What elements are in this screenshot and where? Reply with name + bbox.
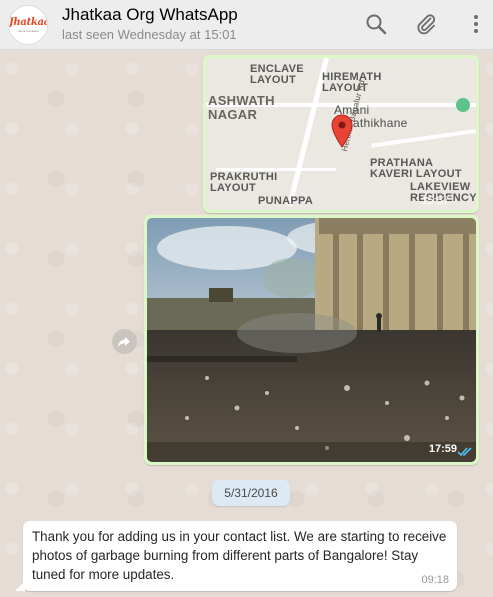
garbage-burning-photo[interactable]	[147, 218, 476, 462]
incoming-message-bubble[interactable]: Thank you for adding us in your contact …	[15, 521, 457, 591]
location-message-bubble[interactable]: ENCLAVE LAYOUT HIREMATH LAYOUT ASHWATH N…	[203, 55, 479, 213]
map-label: PUNAPPA	[258, 195, 314, 207]
chat-panel[interactable]: ENCLAVE LAYOUT HIREMATH LAYOUT ASHWATH N…	[0, 51, 493, 597]
search-icon[interactable]	[364, 12, 388, 36]
map-pin-icon	[331, 114, 353, 148]
message-timestamp: 17:59	[428, 443, 457, 455]
last-seen-status: last seen Wednesday at 15:01	[62, 27, 237, 42]
map-label: ENCLAVE LAYOUT	[250, 63, 304, 86]
chat-header: Jhatkaa you're not alone Jhatkaa Org Wha…	[0, 0, 493, 50]
image-message-bubble[interactable]: 17:59	[144, 215, 479, 465]
forward-button[interactable]	[112, 329, 137, 354]
message-timestamp: 09:18	[421, 574, 449, 586]
map-label: ASHWATH NAGAR	[208, 93, 275, 122]
forward-icon	[118, 337, 130, 347]
map-label: PRAKRUTHI LAYOUT	[210, 171, 278, 194]
map-label: PRATHANA KAVERI LAYOUT	[370, 157, 462, 180]
avatar-brand-text: Jhatkaa	[9, 17, 48, 28]
bubble-tail	[15, 581, 25, 591]
map-label: HIREMATH LAYOUT	[322, 71, 382, 94]
menu-icon[interactable]	[464, 12, 488, 36]
double-check-icon	[457, 447, 472, 457]
message-text: Thank you for adding us in your contact …	[32, 529, 447, 582]
message-timestamp: 15:57	[421, 195, 449, 207]
date-divider: 5/31/2016	[212, 480, 290, 506]
contact-avatar[interactable]: Jhatkaa you're not alone	[8, 5, 48, 45]
attach-icon[interactable]	[414, 12, 438, 36]
avatar-tagline: you're not alone	[17, 29, 39, 33]
contact-name[interactable]: Jhatkaa Org WhatsApp	[62, 5, 238, 25]
location-map[interactable]: ENCLAVE LAYOUT HIREMATH LAYOUT ASHWATH N…	[206, 58, 476, 210]
